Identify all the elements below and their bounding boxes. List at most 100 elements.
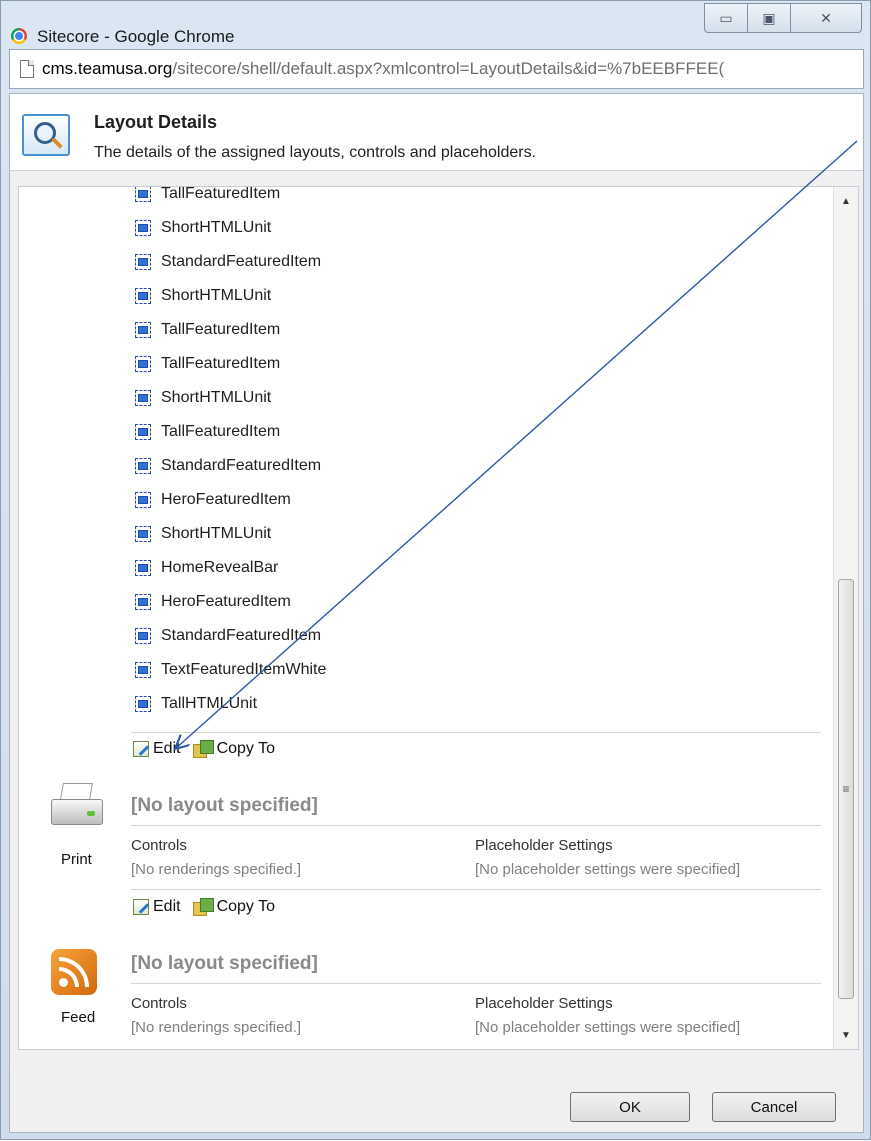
scroll-thumb[interactable]: ≡ [838, 579, 854, 999]
rendering-item[interactable]: TallFeaturedItem [135, 347, 326, 381]
edit-link[interactable]: Edit [153, 740, 181, 758]
rendering-item[interactable]: ShortHTMLUnit [135, 211, 326, 245]
rendering-icon [135, 288, 151, 304]
feed-controls-header: Controls [131, 995, 187, 1012]
divider [131, 825, 821, 826]
copy-to-icon [192, 898, 215, 916]
print-controls-header: Controls [131, 837, 187, 854]
rendering-item[interactable]: StandardFeaturedItem [135, 245, 326, 279]
copy-to-link[interactable]: Copy To [217, 740, 275, 758]
url-host: cms.teamusa.org [42, 59, 173, 78]
chrome-icon [11, 28, 27, 44]
rendering-item[interactable]: TallFeaturedItem [135, 313, 326, 347]
edit-icon [133, 741, 149, 757]
rendering-icon [135, 696, 151, 712]
rendering-icon [135, 526, 151, 542]
rendering-item[interactable]: TallFeaturedItem [135, 415, 326, 449]
rendering-label: ShortHTMLUnit [161, 389, 272, 406]
rendering-item[interactable]: ShortHTMLUnit [135, 517, 326, 551]
rendering-icon [135, 254, 151, 270]
rendering-icon [135, 458, 151, 474]
feed-layout-name[interactable]: [No layout specified] [131, 953, 318, 975]
rendering-label: ShortHTMLUnit [161, 219, 272, 236]
rendering-label: HeroFeaturedItem [161, 593, 291, 610]
rendering-icon [135, 356, 151, 372]
rendering-icon [135, 492, 151, 508]
rss-feed-icon [51, 949, 97, 995]
rendering-label: HeroFeaturedItem [161, 491, 291, 508]
rendering-item[interactable]: ShortHTMLUnit [135, 279, 326, 313]
copy-to-icon [192, 740, 215, 758]
rendering-item[interactable]: HeroFeaturedItem [135, 483, 326, 517]
dialog-description: The details of the assigned layouts, con… [94, 144, 537, 161]
divider [131, 889, 821, 890]
feed-placeholder-value: [No placeholder settings were specified] [475, 1019, 741, 1036]
rendering-label: TallFeaturedItem [161, 355, 281, 372]
rendering-icon [135, 390, 151, 406]
close-button[interactable]: ✕ [790, 3, 862, 33]
rendering-label: TallFeaturedItem [161, 423, 281, 440]
rendering-item[interactable]: TextFeaturedItemWhite [135, 653, 326, 687]
rendering-label: StandardFeaturedItem [161, 627, 322, 644]
print-placeholder-header: Placeholder Settings [475, 837, 613, 854]
print-controls-value: [No renderings specified.] [131, 861, 302, 878]
cancel-button[interactable]: Cancel [712, 1092, 836, 1122]
default-device-actions: Edit Copy To [133, 740, 275, 758]
rendering-list: TallFeaturedItem ShortHTMLUnit StandardFea… [135, 186, 326, 721]
feed-placeholder-header: Placeholder Settings [475, 995, 613, 1012]
rendering-icon [135, 594, 151, 610]
ok-button[interactable]: OK [570, 1092, 690, 1122]
divider [131, 732, 821, 733]
rendering-label: TallFeaturedItem [161, 321, 281, 338]
rendering-label: ShortHTMLUnit [161, 287, 272, 304]
minimize-button[interactable]: ▭ [704, 3, 748, 33]
rendering-item[interactable]: ShortHTMLUnit [135, 381, 326, 415]
rendering-item[interactable]: StandardFeaturedItem [135, 619, 326, 653]
rendering-label: TextFeaturedItemWhite [161, 661, 327, 678]
rendering-item[interactable]: StandardFeaturedItem [135, 449, 326, 483]
rendering-item[interactable]: HomeRevealBar [135, 551, 326, 585]
divider [131, 983, 821, 984]
rendering-label: ShortHTMLUnit [161, 525, 272, 542]
window-title: Sitecore - Google Chrome [37, 27, 235, 46]
page-icon [20, 60, 34, 78]
scroll-up-arrow[interactable]: ▲ [834, 189, 858, 213]
device-label-print: Print [61, 851, 92, 868]
dialog-title: Layout Details [94, 112, 218, 132]
rendering-label: StandardFeaturedItem [161, 253, 322, 270]
rendering-item[interactable]: TallFeaturedItem [135, 186, 326, 211]
window-controls: ▭ ▣ ✕ [704, 3, 862, 35]
browser-window: Sitecore - Google Chrome ▭ ▣ ✕ cms.teamu… [0, 0, 871, 1140]
print-edit-link[interactable]: Edit [153, 898, 181, 916]
rendering-icon [135, 220, 151, 236]
edit-icon [133, 899, 149, 915]
rendering-label: HomeRevealBar [161, 559, 279, 576]
rendering-icon [135, 662, 151, 678]
url-path: /sitecore/shell/default.aspx?xmlcontrol=… [172, 59, 725, 78]
rendering-item[interactable]: TallHTMLUnit [135, 687, 326, 721]
address-bar[interactable]: cms.teamusa.org/sitecore/shell/default.a… [9, 49, 864, 89]
rendering-icon [135, 322, 151, 338]
rendering-icon [135, 628, 151, 644]
print-layout-name[interactable]: [No layout specified] [131, 795, 318, 817]
maximize-button[interactable]: ▣ [747, 3, 791, 33]
printer-icon [49, 781, 105, 831]
print-copy-to-link[interactable]: Copy To [217, 898, 275, 916]
print-device-actions: Edit Copy To [133, 898, 275, 916]
scroll-down-arrow[interactable]: ▼ [834, 1023, 858, 1047]
vertical-scrollbar[interactable]: ▲ ≡ ▼ [833, 187, 858, 1049]
rendering-item[interactable]: HeroFeaturedItem [135, 585, 326, 619]
rendering-icon [135, 187, 151, 202]
dialog-header: Layout Details The details of the assign… [10, 94, 863, 171]
rendering-label: TallFeaturedItem [161, 186, 281, 202]
layout-details-dialog: Layout Details The details of the assign… [9, 93, 864, 1133]
rendering-label: TallHTMLUnit [161, 695, 258, 712]
layout-content-panel: TallFeaturedItem ShortHTMLUnit StandardFea… [18, 186, 859, 1050]
rendering-label: StandardFeaturedItem [161, 457, 322, 474]
print-placeholder-value: [No placeholder settings were specified] [475, 861, 741, 878]
magnifier-icon [22, 114, 70, 156]
feed-controls-value: [No renderings specified.] [131, 1019, 302, 1036]
rendering-icon [135, 424, 151, 440]
rendering-icon [135, 560, 151, 576]
device-label-feed: Feed [61, 1009, 96, 1026]
